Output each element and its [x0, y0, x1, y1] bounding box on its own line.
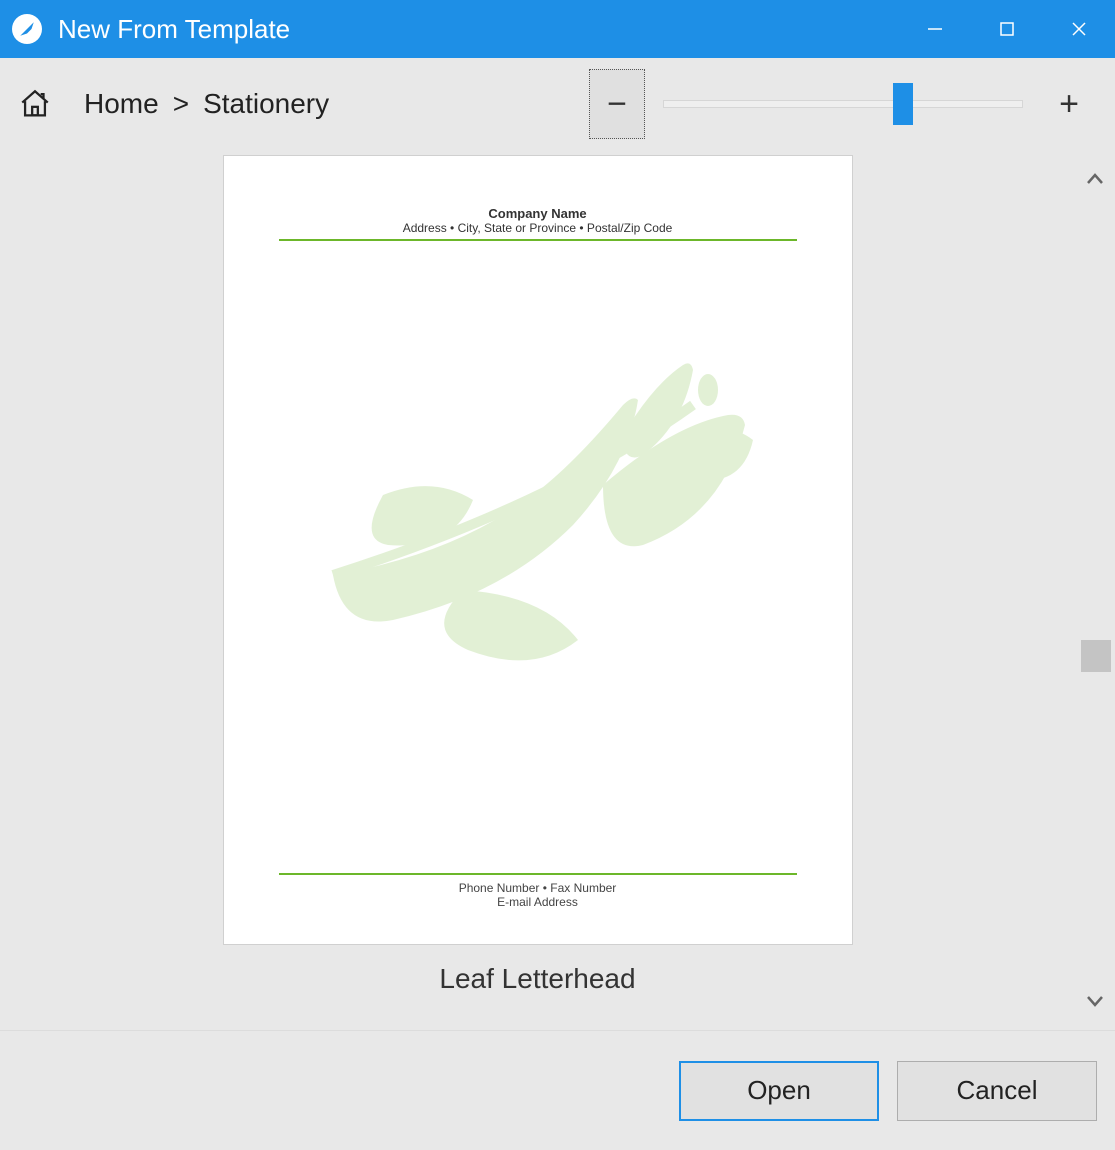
open-button[interactable]: Open	[679, 1061, 879, 1121]
template-name-label: Leaf Letterhead	[439, 963, 635, 995]
cancel-button[interactable]: Cancel	[897, 1061, 1097, 1121]
preview-footer: Phone Number • Fax Number E-mail Address	[279, 873, 797, 909]
preview-phone-fax: Phone Number • Fax Number	[279, 881, 797, 895]
toolbar: Home > Stationery − +	[0, 58, 1115, 150]
app-icon	[12, 14, 42, 44]
breadcrumb-separator: >	[173, 88, 189, 120]
breadcrumb-current[interactable]: Stationery	[203, 88, 329, 120]
breadcrumb: Home > Stationery	[84, 88, 329, 120]
preview-header: Company Name Address • City, State or Pr…	[279, 206, 797, 241]
window-title: New From Template	[58, 14, 290, 45]
content-area: Company Name Address • City, State or Pr…	[0, 150, 1115, 1030]
template-list: Company Name Address • City, State or Pr…	[0, 150, 1075, 1030]
dialog-footer: Open Cancel	[0, 1030, 1115, 1150]
title-bar: New From Template	[0, 0, 1115, 58]
leaf-graphic-icon	[273, 345, 803, 705]
home-icon[interactable]	[18, 87, 52, 121]
preview-footer-rule	[279, 873, 797, 875]
template-card[interactable]: Company Name Address • City, State or Pr…	[223, 155, 853, 995]
preview-email: E-mail Address	[279, 895, 797, 909]
preview-address: Address • City, State or Province • Post…	[279, 221, 797, 235]
scroll-down-icon[interactable]	[1086, 988, 1104, 1014]
zoom-slider[interactable]	[663, 92, 1023, 116]
zoom-slider-track	[663, 100, 1023, 108]
maximize-button[interactable]	[971, 0, 1043, 58]
close-button[interactable]	[1043, 0, 1115, 58]
breadcrumb-home[interactable]: Home	[84, 88, 159, 120]
zoom-out-button[interactable]: −	[589, 69, 645, 139]
vertical-scrollbar[interactable]	[1075, 150, 1115, 1030]
scrollbar-thumb[interactable]	[1081, 640, 1111, 672]
preview-company-name: Company Name	[279, 206, 797, 221]
zoom-slider-thumb[interactable]	[893, 83, 913, 125]
template-preview: Company Name Address • City, State or Pr…	[223, 155, 853, 945]
zoom-in-button[interactable]: +	[1041, 69, 1097, 139]
preview-body	[279, 241, 797, 873]
minimize-button[interactable]	[899, 0, 971, 58]
scroll-up-icon[interactable]	[1086, 166, 1104, 192]
